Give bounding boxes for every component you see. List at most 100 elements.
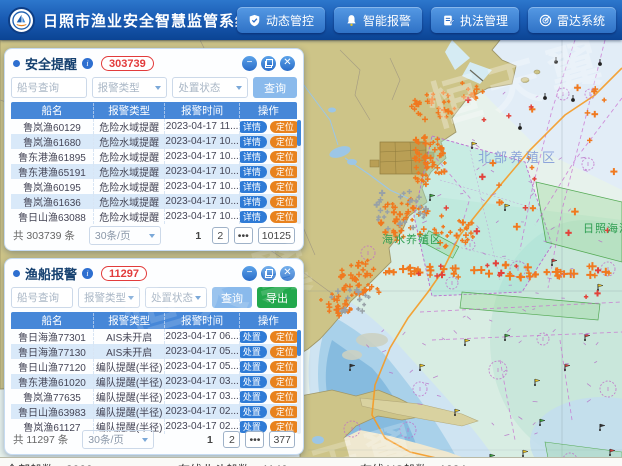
locate-button[interactable]: 定位 [270,121,297,133]
handle-button[interactable]: 处置 [240,391,267,403]
radar-icon [539,14,552,27]
detail-button[interactable]: 详情 [240,181,267,193]
map-label-north-aquaculture: 北部养殖区 [478,150,558,165]
scrollbar-thumb[interactable] [297,120,301,146]
cell-actions: 详情定位 [240,164,297,179]
cell-ship-name: 鲁东港渔61895 [11,149,94,164]
handle-button[interactable]: 处置 [240,361,267,373]
nav-law-enforcement[interactable]: 执法管理 [431,7,519,33]
handle-button[interactable]: 处置 [240,331,267,343]
app-header: 日照市渔业安全智慧监管系统 动态管控 智能报警 执法管理 雷达系统 [0,0,622,40]
locate-button[interactable]: 定位 [270,346,297,358]
info-icon[interactable]: i [82,58,93,69]
locate-button[interactable]: 定位 [270,166,297,178]
status-bar: 全部船数：3000 在线北斗船数：1140 在线AIS船数：1234 [0,457,622,466]
pager: 1 2 ••• 377 [201,431,295,448]
page-2[interactable]: 2 [212,227,229,244]
page-1[interactable]: 1 [190,227,207,244]
close-icon[interactable]: ✕ [280,266,295,281]
handle-status-select[interactable]: 处置状态 [145,287,207,308]
locate-button[interactable]: 定位 [270,331,297,343]
minimize-icon[interactable]: − [242,266,257,281]
nav-label: 智能报警 [363,12,411,29]
cell-ship-name: 鲁日海渔77130 [11,344,94,359]
ship-search-input[interactable]: 船号查询 [11,77,87,98]
cell-alarm-time: 2023-04-17 03... [165,374,239,389]
locate-button[interactable]: 定位 [270,136,297,148]
query-button[interactable]: 查询 [253,77,297,98]
table-row: 鲁日海渔77301AIS未开启2023-04-17 06...处置定位 [11,329,297,344]
vessel-alarm-panel: 渔船报警 i 11297 − ✕ 船号查询 报警类型 处置状态 查询 导出 船名… [4,258,304,455]
handle-button[interactable]: 处置 [240,406,267,418]
alarm-type-select[interactable]: 报警类型 [78,287,140,308]
table-body: 鲁岚渔60129危险水域提醒2023-04-17 11...详情定位鲁岚渔616… [11,119,297,224]
detail-button[interactable]: 详情 [240,211,267,223]
detail-button[interactable]: 详情 [240,136,267,148]
page-size-select[interactable]: 30条/页 [82,430,154,449]
ship-search-input[interactable]: 船号查询 [11,287,73,308]
bullet-icon [13,60,20,67]
island [521,78,529,83]
info-icon[interactable]: i [82,268,93,279]
nav-radar-system[interactable]: 雷达系统 [528,7,616,33]
restore-icon[interactable] [261,266,276,281]
locate-button[interactable]: 定位 [270,391,297,403]
locate-button[interactable]: 定位 [270,361,297,373]
page-last[interactable]: 10125 [258,227,295,244]
export-button[interactable]: 导出 [257,287,297,308]
cell-alarm-time: 2023-04-17 10... [165,164,239,179]
locate-button[interactable]: 定位 [270,181,297,193]
cell-actions: 详情定位 [240,179,297,194]
locate-button[interactable]: 定位 [270,406,297,418]
detail-button[interactable]: 详情 [240,166,267,178]
table-row: 鲁东港渔61895危险水域提醒2023-04-17 10...详情定位 [11,149,297,164]
page-ellipsis[interactable]: ••• [245,431,264,448]
cell-alarm-time: 2023-04-17 05... [165,344,239,359]
page-last[interactable]: 377 [269,431,295,448]
table-row: 鲁东港渔65191危险水域提醒2023-04-17 10...详情定位 [11,164,297,179]
handle-button[interactable]: 处置 [240,376,267,388]
cell-actions: 处置定位 [240,344,297,359]
col-ship-name: 船名 [11,103,94,118]
cell-alarm-time: 2023-04-17 02... [165,404,239,419]
nav-smart-alarm[interactable]: 智能报警 [334,7,422,33]
cell-ship-name: 鲁岚渔61680 [11,134,94,149]
status-online-beidou: 在线北斗船数：1140 [178,461,288,466]
query-button[interactable]: 查询 [212,287,252,308]
restore-icon[interactable] [261,56,276,71]
pond [312,436,324,444]
alarm-type-select[interactable]: 报警类型 [92,77,168,98]
locate-button[interactable]: 定位 [270,196,297,208]
status-total-ships: 全部船数：3000 [6,461,93,466]
total-count: 共 303739 条 [13,228,75,243]
nav-label: 雷达系统 [557,12,605,29]
page-1[interactable]: 1 [201,431,218,448]
locate-button[interactable]: 定位 [270,151,297,163]
chevron-down-icon [142,438,148,442]
page-2[interactable]: 2 [223,431,240,448]
safety-reminder-panel: 安全提醒 i 303739 − ✕ 船号查询 报警类型 处置状态 查询 船名 报… [4,48,304,251]
map-label-aquaculture: 海水养殖区 [382,232,442,246]
nav-dynamic-control[interactable]: 动态管控 [237,7,325,33]
cell-alarm-type: 危险水域提醒 [94,164,166,179]
detail-button[interactable]: 详情 [240,121,267,133]
close-icon[interactable]: ✕ [280,56,295,71]
handle-button[interactable]: 处置 [240,346,267,358]
cell-actions: 处置定位 [240,329,297,344]
page-size-select[interactable]: 30条/页 [89,226,161,245]
cell-ship-name: 鲁日山渔77120 [11,359,94,374]
detail-button[interactable]: 详情 [240,196,267,208]
cell-alarm-type: 危险水域提醒 [94,119,166,134]
cell-ship-name: 鲁日山渔63983 [11,404,94,419]
page-ellipsis[interactable]: ••• [234,227,253,244]
cell-ship-name: 鲁东港渔61020 [11,374,94,389]
chevron-down-icon [128,296,134,300]
minimize-icon[interactable]: − [242,56,257,71]
locate-button[interactable]: 定位 [270,211,297,223]
handle-status-select[interactable]: 处置状态 [172,77,248,98]
locate-button[interactable]: 定位 [270,376,297,388]
cell-alarm-type: 编队提醒(半径) [94,404,166,419]
alarm-bell-icon [345,14,358,27]
scrollbar-thumb[interactable] [297,330,301,356]
detail-button[interactable]: 详情 [240,151,267,163]
